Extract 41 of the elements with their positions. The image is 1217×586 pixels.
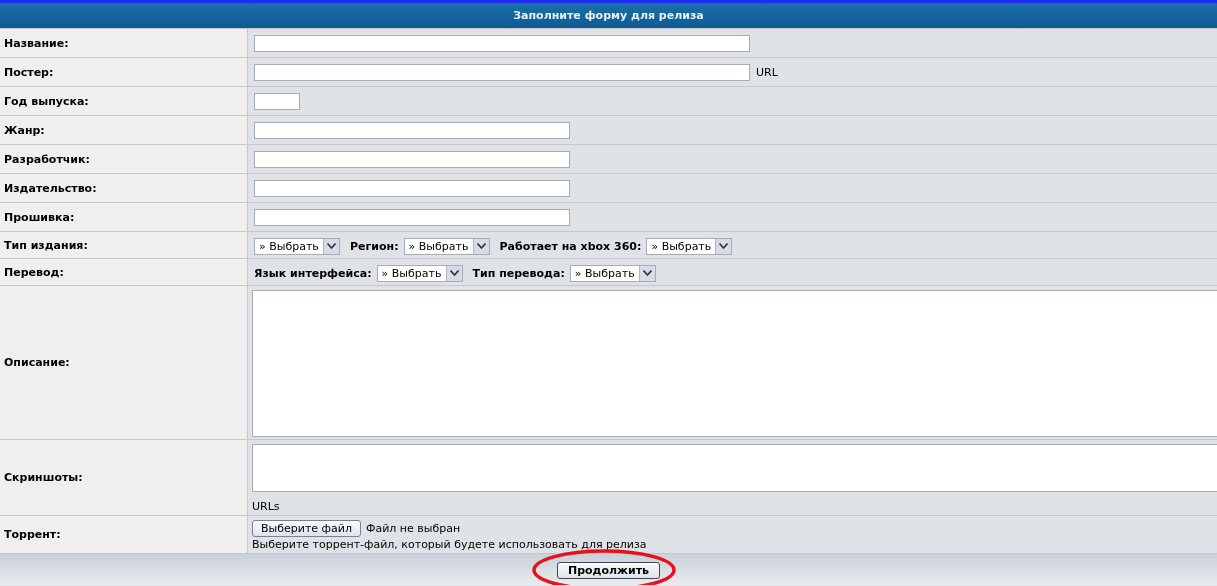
field-label: Название: bbox=[4, 36, 69, 50]
caret-icon bbox=[445, 265, 462, 281]
select-label: Работает на xbox 360: bbox=[499, 239, 642, 253]
dropdown[interactable]: » Выбрать bbox=[254, 237, 340, 255]
dropdown[interactable]: » Выбрать bbox=[646, 237, 733, 255]
hint-text: Выберите торрент-файл, который будете использовать для релиза bbox=[252, 538, 648, 551]
select-label: Регион: bbox=[350, 239, 399, 253]
text-area[interactable] bbox=[252, 444, 1217, 492]
caret-icon bbox=[323, 238, 339, 254]
select-label: Язык интерфейса: bbox=[254, 266, 372, 280]
choose-file-button[interactable]: Выберите файл bbox=[252, 520, 361, 537]
dropdown[interactable]: » Выбрать bbox=[569, 264, 656, 282]
input-field[interactable] bbox=[254, 179, 570, 197]
input-field[interactable] bbox=[254, 208, 570, 226]
input-field[interactable] bbox=[254, 63, 750, 81]
field-label: Постер: bbox=[4, 65, 54, 79]
input-field[interactable] bbox=[254, 34, 750, 52]
field-label: Разработчик: bbox=[4, 152, 90, 166]
input-field[interactable] bbox=[254, 150, 570, 168]
field-label: Год выпуска: bbox=[4, 94, 89, 108]
hint-text: URL bbox=[756, 65, 778, 79]
field-label: Перевод: bbox=[4, 265, 64, 279]
field-label: Скриншоты: bbox=[4, 471, 83, 484]
caret-icon bbox=[715, 238, 732, 254]
caret-icon bbox=[638, 265, 655, 281]
field-label: Издательство: bbox=[4, 181, 97, 195]
input-field[interactable] bbox=[254, 121, 570, 139]
field-label: Жанр: bbox=[4, 123, 45, 137]
select-label: Тип перевода: bbox=[472, 266, 565, 280]
caret-icon bbox=[472, 238, 489, 254]
field-label: Прошивка: bbox=[4, 210, 75, 224]
field-label: Торрент: bbox=[4, 528, 61, 541]
form-title: Заполните форму для релиза bbox=[513, 9, 704, 22]
file-status: Файл не выбран bbox=[365, 522, 461, 535]
continue-button[interactable]: Продолжить bbox=[556, 562, 661, 579]
hint-text: URLs bbox=[252, 500, 281, 513]
input-field[interactable] bbox=[254, 92, 300, 110]
field-label: Тип издания: bbox=[4, 238, 88, 252]
field-label: Описание: bbox=[4, 356, 70, 369]
dropdown[interactable]: » Выбрать bbox=[376, 264, 463, 282]
dropdown[interactable]: » Выбрать bbox=[403, 237, 490, 255]
